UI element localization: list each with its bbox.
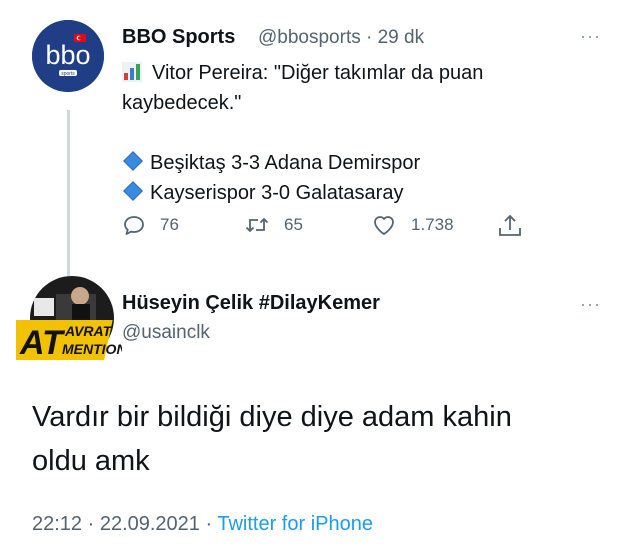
tweet-text-line-1: Vitor Pereira: "Diğer takımlar da puan	[152, 62, 484, 84]
tweet2-text-line-1: Vardır bir bildiği diye diye adam kahin	[32, 401, 512, 433]
reply-icon	[124, 216, 144, 235]
share-button[interactable]	[497, 213, 537, 239]
tweet-text: Vitor Pereira: "Diğer takımlar da puan k…	[122, 58, 592, 208]
bbo-logo-icon: bbo sports	[32, 20, 104, 92]
source-link[interactable]: Twitter for iPhone	[217, 513, 373, 535]
reply-button[interactable]: 76	[122, 213, 179, 237]
blue-diamond-icon	[123, 151, 143, 171]
timestamp[interactable]: 22:12 · 22.09.2021 ·	[32, 513, 217, 535]
logo-main-text: AT	[19, 324, 66, 362]
tweet-text-2: Vardır bir bildiği diye diye adam kahin …	[32, 395, 592, 483]
blue-diamond-icon	[123, 181, 143, 201]
tweet-text-line-2: kaybedecek."	[122, 92, 242, 114]
reply-count: 76	[160, 215, 179, 234]
display-name-2[interactable]: Hüseyin Çelik #DilayKemer	[122, 292, 380, 315]
more-options-button[interactable]: ···	[580, 26, 601, 47]
match-result-2: Kayserispor 3-0 Galatasaray	[150, 182, 404, 204]
retweet-count: 65	[284, 215, 303, 234]
avrat-mention-logo: AT AVRAT MENTION	[0, 320, 127, 362]
tweet2-text-line-2: oldu amk	[32, 445, 150, 477]
handle-2[interactable]: @usainclk	[122, 322, 210, 344]
handle-and-time[interactable]: @bbosports · 29 dk	[258, 27, 424, 49]
like-count: 1.738	[411, 215, 454, 234]
more-options-button-2[interactable]: ···	[580, 294, 601, 315]
user-avatar[interactable]: AT AVRAT MENTION	[0, 276, 127, 362]
display-name[interactable]: BBO Sports	[122, 26, 235, 49]
retweet-button[interactable]: 65	[244, 213, 303, 237]
avatar-subtext: sports	[61, 71, 75, 77]
avatar-image: AT AVRAT MENTION	[0, 276, 127, 362]
logo-top-text: AVRAT	[64, 323, 113, 339]
retweet-icon	[245, 217, 269, 233]
share-icon	[499, 214, 521, 236]
tweet-meta: 22:12 · 22.09.2021 · Twitter for iPhone	[32, 513, 373, 536]
bbo-sports-avatar[interactable]: bbo sports	[32, 20, 104, 92]
like-button[interactable]: 1.738	[371, 213, 454, 237]
bar-chart-icon	[122, 61, 142, 91]
avatar-text: bbo	[45, 40, 90, 70]
match-result-1: Beşiktaş 3-3 Adana Demirspor	[150, 152, 421, 174]
logo-bottom-text: MENTION	[62, 341, 122, 357]
heart-icon	[374, 216, 394, 235]
thread-line	[67, 110, 70, 276]
